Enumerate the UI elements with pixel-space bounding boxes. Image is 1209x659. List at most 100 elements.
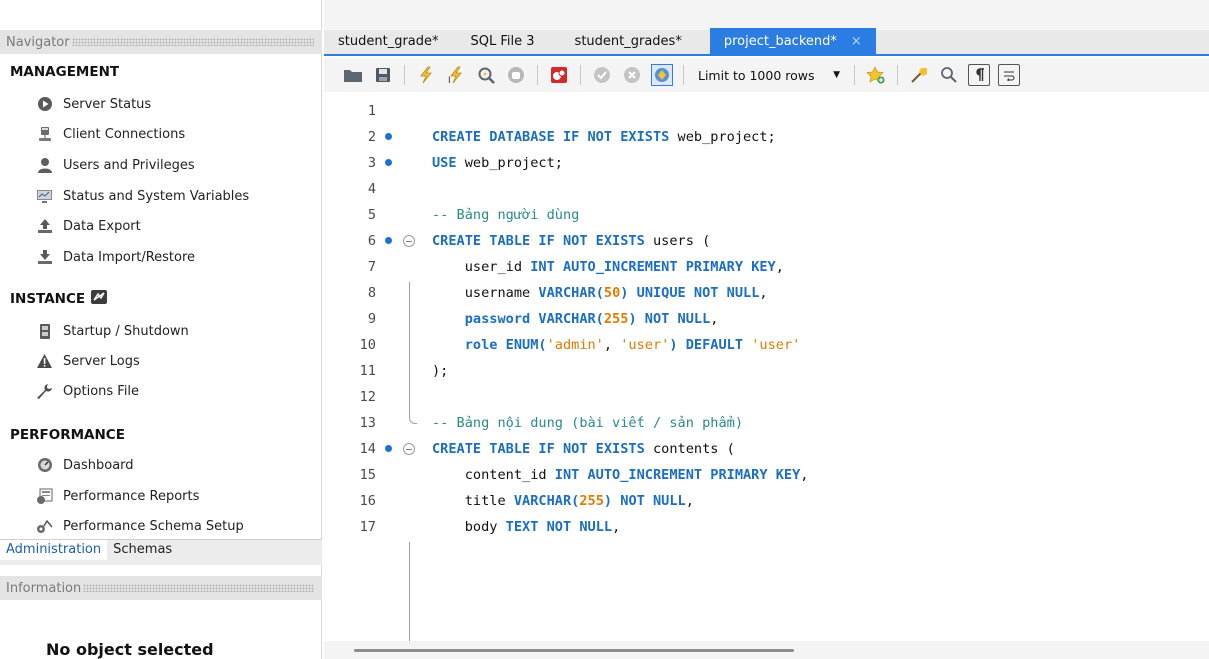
code-text: title VARCHAR(255) NOT NULL, — [432, 493, 694, 509]
nav-item-options-file[interactable]: Options File — [36, 379, 139, 403]
nav-item-performance-reports[interactable]: Performance Reports — [36, 484, 199, 508]
code-line[interactable]: 2 CREATE DATABASE IF NOT EXISTS web_proje… — [324, 124, 1209, 150]
code-text: CREATE TABLE IF NOT EXISTS contents ( — [432, 441, 735, 457]
nav-item-dashboard[interactable]: Dashboard — [36, 453, 134, 477]
save-icon[interactable] — [372, 64, 394, 86]
fold-toggle-icon[interactable] — [403, 235, 415, 247]
beautify-icon[interactable] — [908, 64, 930, 86]
code-line[interactable]: 11); — [324, 358, 1209, 384]
stop-icon[interactable] — [505, 64, 527, 86]
tab-sql-file-3[interactable]: SQL File 3 — [453, 28, 549, 54]
code-token: -- Bảng người dùng — [432, 207, 580, 223]
horizontal-scrollbar[interactable] — [324, 641, 1209, 659]
execute-icon[interactable] — [415, 64, 437, 86]
code-token: web_project; — [669, 129, 776, 145]
tab-schemas[interactable]: Schemas — [107, 540, 178, 560]
invisible-chars-icon[interactable] — [968, 64, 990, 86]
code-token: contents ( — [644, 441, 735, 457]
code-line[interactable]: 12 — [324, 384, 1209, 410]
code-text: USE web_project; — [432, 155, 563, 171]
open-folder-icon[interactable] — [342, 64, 364, 86]
autocommit-icon[interactable] — [651, 64, 673, 86]
code-token: , — [603, 337, 621, 353]
code-text: -- Bảng nội dung (bài viết / sản phẩm) — [432, 415, 743, 431]
code-line[interactable]: 7 user_id INT AUTO_INCREMENT PRIMARY KEY… — [324, 254, 1209, 280]
rollback-icon[interactable] — [621, 64, 643, 86]
code-token: INT AUTO_INCREMENT PRIMARY KEY — [554, 467, 801, 483]
code-token: 'admin' — [546, 337, 604, 353]
scrollbar-thumb[interactable] — [354, 649, 794, 652]
toolbar-separator — [854, 65, 855, 85]
code-line[interactable]: 8 username VARCHAR(50) UNIQUE NOT NULL, — [324, 280, 1209, 306]
nav-item-label: Server Logs — [63, 353, 140, 369]
nav-item-server-status[interactable]: Server Status — [36, 92, 151, 116]
code-token: VARCHAR( — [538, 285, 604, 301]
nav-item-label: Data Export — [63, 218, 141, 234]
tab-student-grades[interactable]: student_grades* — [549, 28, 696, 54]
execute-current-icon[interactable]: I — [445, 64, 467, 86]
code-token: title — [432, 493, 514, 509]
code-line[interactable]: 6 CREATE TABLE IF NOT EXISTS users ( — [324, 228, 1209, 254]
tab-label: student_grade* — [338, 33, 439, 49]
nav-item-server-logs[interactable]: Server Logs — [36, 349, 140, 373]
tab-project-backend[interactable]: project_backend* × — [709, 28, 876, 54]
nav-item-client-connections[interactable]: Client Connections — [36, 122, 185, 146]
navigator-title: Navigator — [6, 34, 70, 50]
code-line[interactable]: 4 — [324, 176, 1209, 202]
word-wrap-icon[interactable] — [998, 64, 1020, 86]
code-line[interactable]: 14 CREATE TABLE IF NOT EXISTS contents ( — [324, 436, 1209, 462]
code-token: user_id — [432, 259, 531, 275]
warning-icon — [36, 353, 53, 370]
commit-icon[interactable] — [591, 64, 613, 86]
code-line[interactable]: 13 -- Bảng nội dung (bài viết / sản phẩm) — [324, 410, 1209, 436]
instance-section-title: INSTANCE — [10, 290, 108, 308]
code-line[interactable]: 3 USE web_project; — [324, 150, 1209, 176]
code-token: content_id — [432, 467, 555, 483]
tab-administration[interactable]: Administration — [0, 540, 108, 560]
code-token: ) NOT NULL — [628, 311, 711, 327]
code-text: role ENUM('admin', 'user') DEFAULT 'user… — [432, 337, 801, 353]
line-number: 15 — [359, 467, 376, 483]
code-token: CREATE TABLE IF NOT EXISTS — [432, 441, 645, 457]
code-line[interactable]: 9 password VARCHAR(255) NOT NULL, — [324, 306, 1209, 332]
explain-icon[interactable] — [475, 64, 497, 86]
svg-text:I: I — [448, 76, 451, 84]
line-number: 17 — [359, 519, 376, 535]
code-line[interactable]: 15 content_id INT AUTO_INCREMENT PRIMARY… — [324, 462, 1209, 488]
code-line[interactable]: 17 body TEXT NOT NULL, — [324, 514, 1209, 540]
nav-item-label: Server Status — [63, 96, 152, 112]
nav-item-data-export[interactable]: Data Export — [36, 214, 141, 238]
close-tab-icon[interactable]: × — [851, 34, 862, 49]
code-line[interactable]: 5 -- Bảng người dùng — [324, 202, 1209, 228]
sql-code-editor[interactable]: 1 2 CREATE DATABASE IF NOT EXISTS web_proj… — [324, 92, 1209, 641]
line-number: 7 — [367, 259, 376, 275]
code-line[interactable]: 10 role ENUM('admin', 'user') DEFAULT 'u… — [324, 332, 1209, 358]
toolbar-separator — [580, 65, 581, 85]
fold-toggle-icon[interactable] — [403, 443, 415, 455]
code-token: , — [612, 519, 621, 535]
startup-icon — [36, 323, 53, 340]
nav-item-data-import[interactable]: Data Import/Restore — [36, 245, 195, 269]
find-icon[interactable] — [938, 64, 960, 86]
nav-item-status-variables[interactable]: Status and System Variables — [36, 184, 249, 208]
navigator-header: Navigator — [0, 30, 322, 54]
line-number: 14 — [359, 441, 376, 457]
code-token: CREATE DATABASE IF NOT EXISTS — [432, 129, 670, 145]
nav-item-users-privileges[interactable]: Users and Privileges — [36, 153, 195, 177]
code-line[interactable]: 16 title VARCHAR(255) NOT NULL, — [324, 488, 1209, 514]
add-snippet-icon[interactable] — [865, 64, 887, 86]
nav-item-startup-shutdown[interactable]: Startup / Shutdown — [36, 319, 189, 343]
code-line[interactable]: 1 — [324, 98, 1209, 124]
tab-student-grade[interactable]: student_grade* — [324, 28, 453, 54]
monitor-icon — [36, 188, 53, 205]
code-token: users ( — [644, 233, 711, 249]
statement-marker-icon — [385, 445, 392, 452]
limit-rows-label: Limit to 1000 rows — [698, 67, 815, 83]
sql-editor-area: student_grade* SQL File 3 student_grades… — [324, 0, 1209, 659]
line-number: 11 — [359, 363, 376, 379]
limit-rows-select[interactable]: Limit to 1000 rows ▼ — [694, 64, 844, 86]
stop-on-error-icon[interactable] — [548, 64, 570, 86]
code-text: content_id INT AUTO_INCREMENT PRIMARY KE… — [432, 467, 809, 483]
tab-label: SQL File 3 — [470, 33, 535, 49]
nav-item-performance-schema-setup[interactable]: Performance Schema Setup — [36, 514, 244, 538]
